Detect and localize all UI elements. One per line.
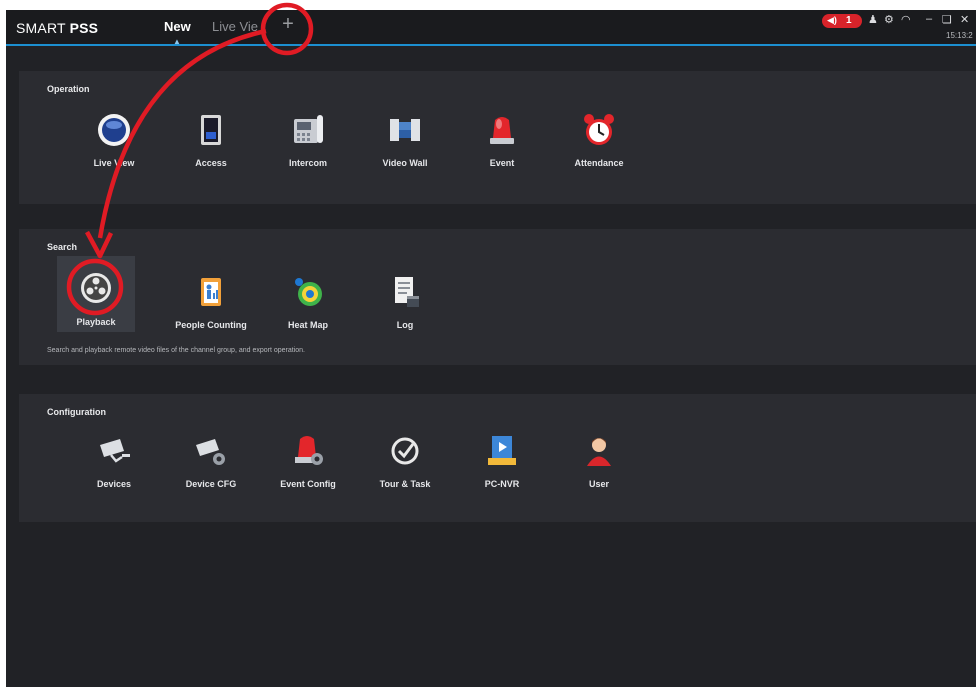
tile-label: Tour & Task (379, 479, 431, 489)
tile-pc-nvr[interactable]: PC-NVR (463, 429, 541, 501)
tile-label: User (588, 479, 609, 489)
live-view-icon (98, 114, 130, 146)
tile-intercom[interactable]: Intercom (269, 108, 347, 180)
alarm-clock-icon (584, 114, 614, 145)
configuration-panel: Configuration Devices Device CFG Event C… (19, 394, 976, 522)
heat-map-icon (295, 278, 322, 306)
pc-nvr-icon (488, 436, 516, 465)
tile-label: Access (195, 158, 227, 168)
active-tab-indicator-icon: ▲ (173, 37, 181, 46)
tile-video-wall[interactable]: Video Wall (366, 108, 444, 180)
tile-label: Heat Map (287, 320, 328, 330)
section-title: Search (47, 242, 78, 252)
tile-log[interactable]: Log (366, 270, 444, 342)
speaker-icon: ◀) (827, 15, 837, 25)
refresh-check-icon (391, 437, 419, 465)
tile-label: Device CFG (185, 479, 237, 489)
tile-tour-task[interactable]: Tour & Task (366, 429, 444, 501)
tile-device-cfg[interactable]: Device CFG (172, 429, 250, 501)
tile-label: Devices (96, 479, 132, 489)
minimize-icon[interactable]: – (926, 13, 932, 25)
speed-gauge-icon[interactable]: ◠ (901, 13, 911, 26)
tile-devices[interactable]: Devices (75, 429, 153, 501)
video-wall-icon (390, 119, 420, 141)
tile-access[interactable]: Access (172, 108, 250, 180)
siren-gear-icon (295, 436, 323, 465)
access-icon (201, 115, 221, 145)
camera-gear-icon (196, 439, 225, 465)
tile-label: People Counting (175, 320, 247, 330)
title-bar: SMART PSS New ▲ Live View + ◀) 1 ♟ ⚙ ◠ –… (6, 10, 976, 46)
tile-label: Event (489, 158, 515, 168)
section-title: Configuration (47, 407, 106, 417)
user-avatar-icon (587, 438, 611, 466)
tile-live-view[interactable]: Live View (75, 108, 153, 180)
tile-label: Intercom (288, 158, 327, 168)
tile-attendance[interactable]: Attendance (560, 108, 638, 180)
people-counting-icon (201, 278, 221, 306)
section-description: Search and playback remote video files o… (47, 347, 305, 354)
tile-label: Log (396, 320, 414, 330)
tile-heat-map[interactable]: Heat Map (269, 270, 347, 342)
close-icon[interactable]: ✕ (960, 13, 969, 26)
app-logo: SMART PSS (16, 20, 99, 36)
clock: 15:13:2 (946, 31, 973, 40)
tile-event[interactable]: Event (463, 108, 541, 180)
alarm-count: 1 (846, 15, 852, 26)
log-document-icon (395, 277, 419, 307)
app-window: SMART PSS New ▲ Live View + ◀) 1 ♟ ⚙ ◠ –… (6, 10, 976, 687)
film-reel-icon (81, 273, 111, 303)
user-icon[interactable]: ♟ (868, 13, 878, 26)
restore-icon[interactable]: ❏ (942, 13, 952, 26)
alarm-badge[interactable]: ◀) 1 (822, 14, 862, 28)
intercom-icon (294, 115, 323, 143)
tile-user[interactable]: User (560, 429, 638, 501)
alarm-siren-icon (490, 117, 514, 144)
tile-event-config[interactable]: Event Config (269, 429, 347, 501)
search-panel: Search Playback People Counting Heat Map (19, 229, 976, 365)
tile-label: Attendance (574, 158, 624, 168)
tab-live-view[interactable]: Live View (212, 19, 258, 34)
gear-icon[interactable]: ⚙ (884, 13, 894, 26)
tile-label: Playback (76, 317, 116, 327)
section-title: Operation (47, 84, 90, 94)
operation-panel: Operation Live View Access Intercom Vide… (19, 71, 976, 204)
tile-label: Live View (93, 158, 135, 168)
camera-device-icon (100, 439, 130, 463)
tile-label: PC-NVR (484, 479, 520, 489)
tile-people-counting[interactable]: People Counting (172, 270, 250, 342)
tab-new[interactable]: New (164, 19, 191, 34)
tile-playback[interactable]: Playback (57, 256, 135, 332)
add-tab-button[interactable]: + (278, 13, 298, 36)
tile-label: Video Wall (382, 158, 428, 168)
tile-label: Event Config (280, 479, 336, 489)
